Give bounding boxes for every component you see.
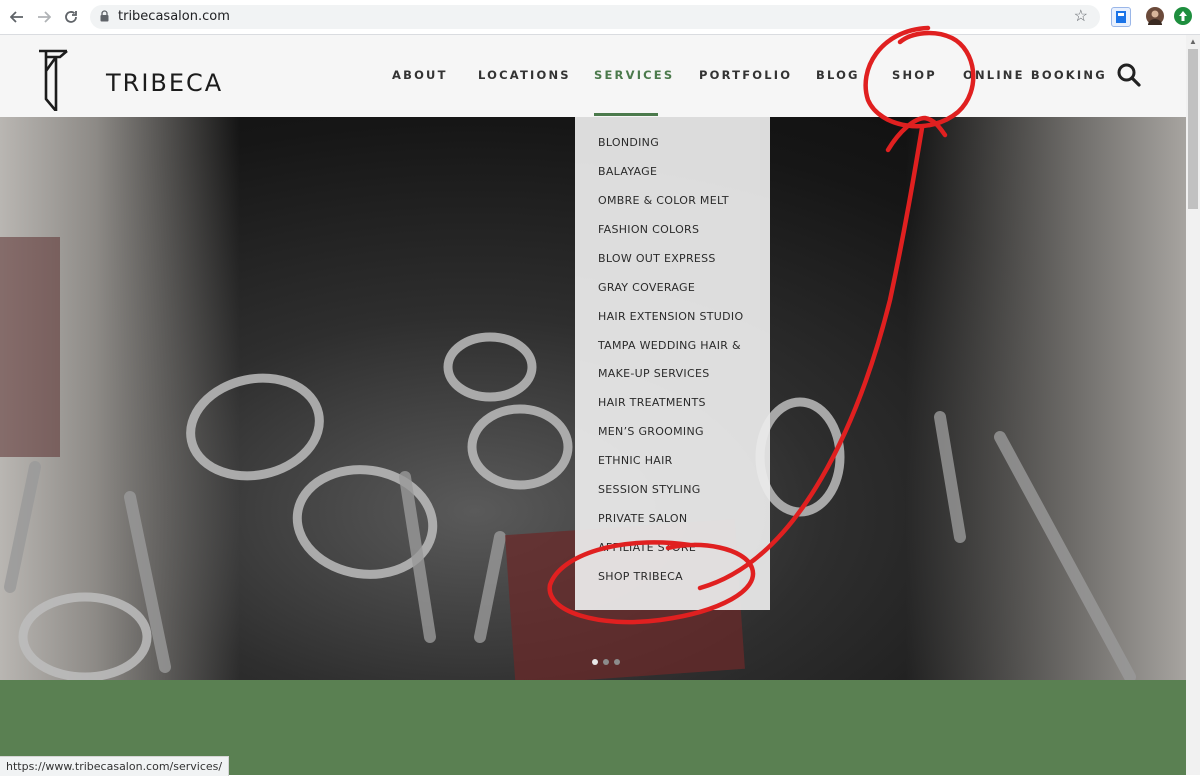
menu-locations[interactable]: LOCATIONS xyxy=(478,68,571,82)
back-arrow-icon[interactable] xyxy=(6,6,28,28)
scroll-up-arrow-icon[interactable]: ▲ xyxy=(1189,37,1197,46)
star-icon[interactable]: ☆ xyxy=(1074,6,1088,26)
tribeca-logo[interactable]: TRIBECA xyxy=(36,41,221,111)
dropdown-item[interactable]: BLONDING xyxy=(598,136,659,149)
site-header: TRIBECA ABOUT LOCATIONS SERVICES PORTFOL… xyxy=(0,35,1200,117)
reload-icon[interactable] xyxy=(60,6,82,28)
forward-arrow-icon[interactable] xyxy=(33,6,55,28)
browser-toolbar: tribecasalon.com ☆ xyxy=(0,0,1200,35)
menu-services[interactable]: SERVICES xyxy=(594,68,674,82)
link-status-bar: https://www.tribecasalon.com/services/ xyxy=(0,756,230,776)
dropdown-item[interactable]: MEN’S GROOMING xyxy=(598,425,704,438)
dropdown-item[interactable]: MAKE-UP SERVICES xyxy=(598,367,710,380)
menu-blog[interactable]: BLOG xyxy=(816,68,860,82)
avatar[interactable] xyxy=(1146,7,1164,25)
update-icon[interactable] xyxy=(1174,7,1192,25)
logo-text: TRIBECA xyxy=(106,69,224,97)
services-dropdown: BLONDING BALAYAGE OMBRE & COLOR MELT FAS… xyxy=(575,117,770,610)
dropdown-item[interactable]: HAIR TREATMENTS xyxy=(598,396,706,409)
active-menu-indicator xyxy=(594,113,658,116)
url-text[interactable]: tribecasalon.com xyxy=(118,9,230,24)
dropdown-item[interactable]: PRIVATE SALON xyxy=(598,512,687,525)
dropdown-item[interactable]: GRAY COVERAGE xyxy=(598,281,695,294)
slider-dot[interactable] xyxy=(603,659,609,665)
menu-online-booking[interactable]: ONLINE BOOKING xyxy=(963,68,1107,82)
dropdown-item[interactable]: FASHION COLORS xyxy=(598,223,699,236)
slider-dot[interactable] xyxy=(592,659,598,665)
dropdown-item[interactable]: SESSION STYLING xyxy=(598,483,701,496)
extension-icon[interactable] xyxy=(1111,7,1131,27)
dropdown-item[interactable]: BALAYAGE xyxy=(598,165,657,178)
menu-portfolio[interactable]: PORTFOLIO xyxy=(699,68,792,82)
dropdown-item[interactable]: HAIR EXTENSION STUDIO xyxy=(598,310,743,323)
dropdown-item[interactable]: AFFILIATE STORE xyxy=(598,541,696,554)
dropdown-item[interactable]: ETHNIC HAIR xyxy=(598,454,673,467)
dropdown-item[interactable]: BLOW OUT EXPRESS xyxy=(598,252,716,265)
scroll-thumb[interactable] xyxy=(1188,49,1198,209)
logo-mark-icon xyxy=(39,49,68,111)
menu-shop[interactable]: SHOP xyxy=(892,68,937,82)
page-scrollbar[interactable]: ▲ xyxy=(1186,35,1200,775)
dropdown-item[interactable]: OMBRE & COLOR MELT xyxy=(598,194,729,207)
slider-dots xyxy=(592,652,625,670)
dropdown-item[interactable]: TAMPA WEDDING HAIR & xyxy=(598,339,741,352)
slider-dot[interactable] xyxy=(614,659,620,665)
address-bar[interactable]: tribecasalon.com ☆ xyxy=(90,5,1100,29)
menu-about[interactable]: ABOUT xyxy=(392,68,448,82)
lock-icon[interactable] xyxy=(100,10,109,22)
dropdown-item-shop-tribeca[interactable]: SHOP TRIBECA xyxy=(598,570,683,583)
search-icon[interactable] xyxy=(1116,62,1142,88)
